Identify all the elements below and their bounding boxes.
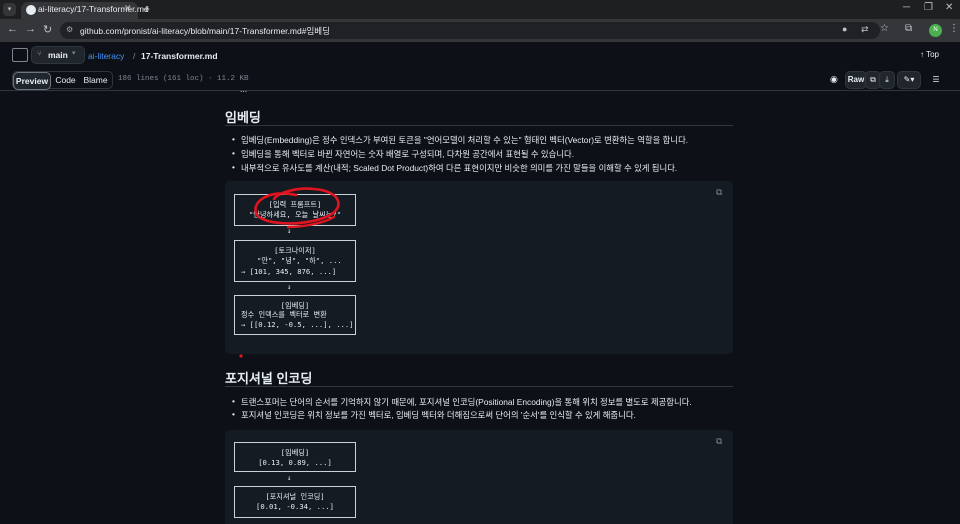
file-toolbar: Preview Code Blame 186 lines (161 loc) ·… [0, 68, 960, 91]
red-circle-annotation [254, 187, 340, 229]
branch-name: main [48, 50, 68, 60]
url-text[interactable]: github.com/pronist/ai-literacy/blob/main… [80, 25, 330, 37]
diagram-box-text: → [[0.12, -0.5, ...], ...] [241, 320, 354, 329]
back-icon[interactable]: ← [7, 23, 18, 35]
diagram-arrow: ↓ [287, 473, 292, 482]
profile-avatar[interactable]: N [929, 24, 942, 37]
chevron-down-icon: ▾ [72, 50, 76, 57]
heading-divider [225, 386, 733, 387]
tab-title: ai-literacy/17-Transformer.md [38, 4, 149, 14]
copy-icon[interactable]: ⧉ [716, 187, 722, 198]
copy-icon[interactable]: ⧉ [716, 436, 722, 447]
clipped-text-line: ... [240, 91, 620, 94]
browser-tab[interactable]: ai-literacy/17-Transformer.md ✕ [21, 2, 149, 19]
code-block: ⧉ [임베딩] [0.13, 0.89, ...] ↓ [포지셔널 인코딩] [… [225, 430, 733, 524]
diagram-box-text: [0.01, -0.34, ...] [256, 502, 334, 511]
diagram-box-text: [0.13, 0.89, ...] [258, 458, 332, 467]
translate-icon[interactable]: ⇄ [861, 24, 869, 35]
breadcrumb-file: 17-Transformer.md [141, 51, 218, 61]
copilot-icon[interactable]: ◉ [830, 74, 838, 85]
view-mode-tabs: Preview Code Blame [12, 71, 113, 90]
tab-code[interactable]: Code [51, 72, 80, 88]
raw-button[interactable]: Raw [845, 71, 867, 89]
list-item: 트랜스포머는 단어의 순서를 기억하지 않기 때문에, 포지셔널 인코딩(Pos… [232, 396, 692, 408]
github-icon[interactable]: ● [842, 24, 847, 34]
close-window-icon[interactable]: ✕ [945, 2, 953, 13]
diagram-arrow: ↓ [287, 282, 292, 291]
page-scrollbar[interactable] [953, 91, 960, 524]
diagram-box-positional-encoding: [포지셔널 인코딩] [0.01, -0.34, ...] [234, 486, 356, 518]
branch-selector[interactable]: ⑂ main ▾ [31, 46, 85, 64]
diagram-box-title: [임베딩] [280, 301, 310, 310]
heading-divider [225, 125, 733, 126]
outline-list-icon[interactable]: ☰ [928, 71, 944, 89]
tab-blame[interactable]: Blame [80, 72, 111, 88]
repo-header: ⑂ main ▾ ai-literacy / 17-Transformer.md… [0, 42, 960, 69]
github-favicon-icon [26, 5, 36, 15]
minimize-icon[interactable]: ─ [903, 2, 910, 13]
red-dot-annotation [239, 354, 243, 358]
diagram-box-embedding: [임베딩] 정수 인덱스를 벡터로 변환 → [[0.12, -0.5, ...… [234, 295, 356, 335]
breadcrumb-repo[interactable]: ai-literacy [88, 51, 124, 61]
forward-icon[interactable]: → [25, 23, 36, 35]
back-to-top-button[interactable]: ↑ Top [920, 50, 939, 59]
site-info-icon[interactable]: ⚙ [66, 25, 73, 34]
list-item: 포지셔널 인코딩은 위치 정보를 가진 벡터로, 임베딩 벡터와 더해짐으로써 … [232, 409, 636, 421]
git-branch-icon: ⑂ [37, 49, 42, 58]
browser-menu-icon[interactable]: ⋮ [949, 23, 959, 34]
diagram-box-title: [포지셔널 인코딩] [265, 492, 325, 501]
new-tab-button[interactable]: + [143, 2, 150, 16]
diagram-box-embedding: [임베딩] [0.13, 0.89, ...] [234, 442, 356, 472]
extensions-icon[interactable]: ⧉ [905, 23, 912, 34]
list-item: 임베딩을 통해 벡터로 바뀐 자연어는 숫자 배열로 구성되며, 다차원 공간에… [232, 148, 574, 160]
browser-toolbar: ← → ↻ ⚙ github.com/pronist/ai-literacy/b… [0, 19, 960, 42]
address-bar[interactable]: ⚙ github.com/pronist/ai-literacy/blob/ma… [60, 22, 880, 39]
edit-pencil-icon[interactable]: ✎▾ [897, 71, 921, 89]
markdown-body: ... 임베딩 임베딩(Embedding)은 정수 인덱스가 부여된 토큰을 … [0, 91, 960, 524]
heading-embedding: 임베딩 [225, 110, 261, 125]
file-tree-toggle-icon[interactable] [12, 48, 28, 62]
list-item: 임베딩(Embedding)은 정수 인덱스가 부여된 토큰을 "언어모델이 처… [232, 134, 688, 146]
close-tab-icon[interactable]: ✕ [124, 3, 132, 14]
reload-icon[interactable]: ↻ [43, 23, 52, 36]
top-label: Top [926, 50, 939, 59]
browser-tab-bar: ▾ ai-literacy/17-Transformer.md ✕ + ─ ❐ … [0, 0, 960, 19]
tab-preview[interactable]: Preview [13, 72, 51, 90]
bookmark-star-icon[interactable]: ☆ [880, 23, 889, 34]
maximize-icon[interactable]: ❐ [924, 2, 933, 13]
download-icon[interactable]: ⤓ [879, 71, 895, 89]
list-item: 내부적으로 유사도를 계산(내적; Scaled Dot Product)하여 … [232, 162, 677, 174]
heading-positional-encoding: 포지셔널 인코딩 [225, 371, 313, 386]
diagram-box-text: 정수 인덱스를 벡터로 변환 [241, 310, 327, 319]
diagram-box-title: [임베딩] [280, 448, 310, 457]
diagram-box-text: → [101, 345, 876, ...] [241, 267, 337, 276]
file-meta: 186 lines (161 loc) · 11.2 KB [118, 75, 249, 83]
tab-list-button[interactable]: ▾ [3, 3, 16, 16]
breadcrumb-separator: / [133, 51, 136, 61]
